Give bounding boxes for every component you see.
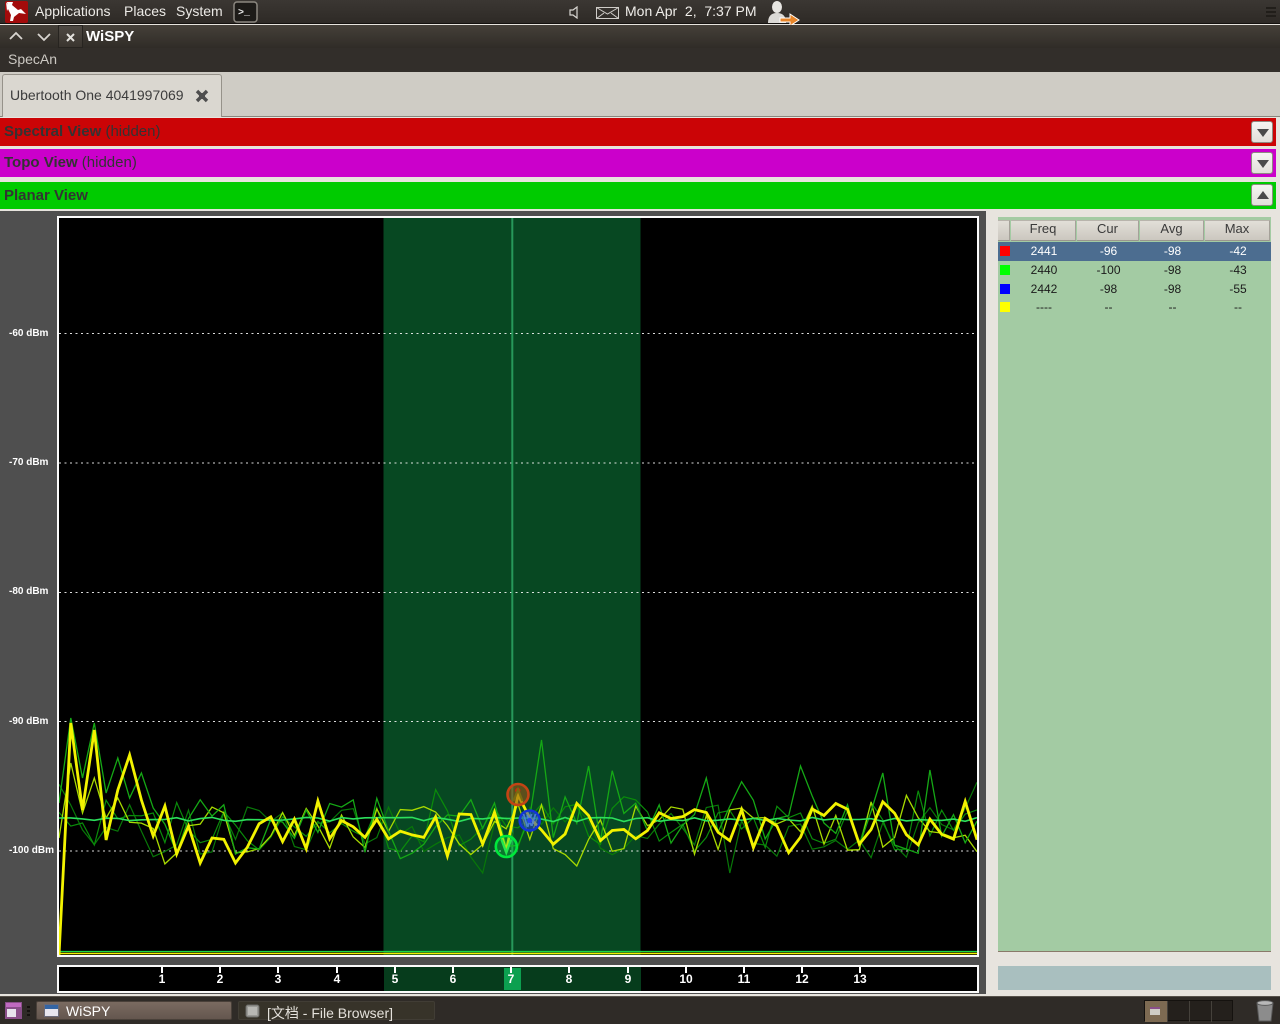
- svg-text:>_: >_: [238, 8, 251, 19]
